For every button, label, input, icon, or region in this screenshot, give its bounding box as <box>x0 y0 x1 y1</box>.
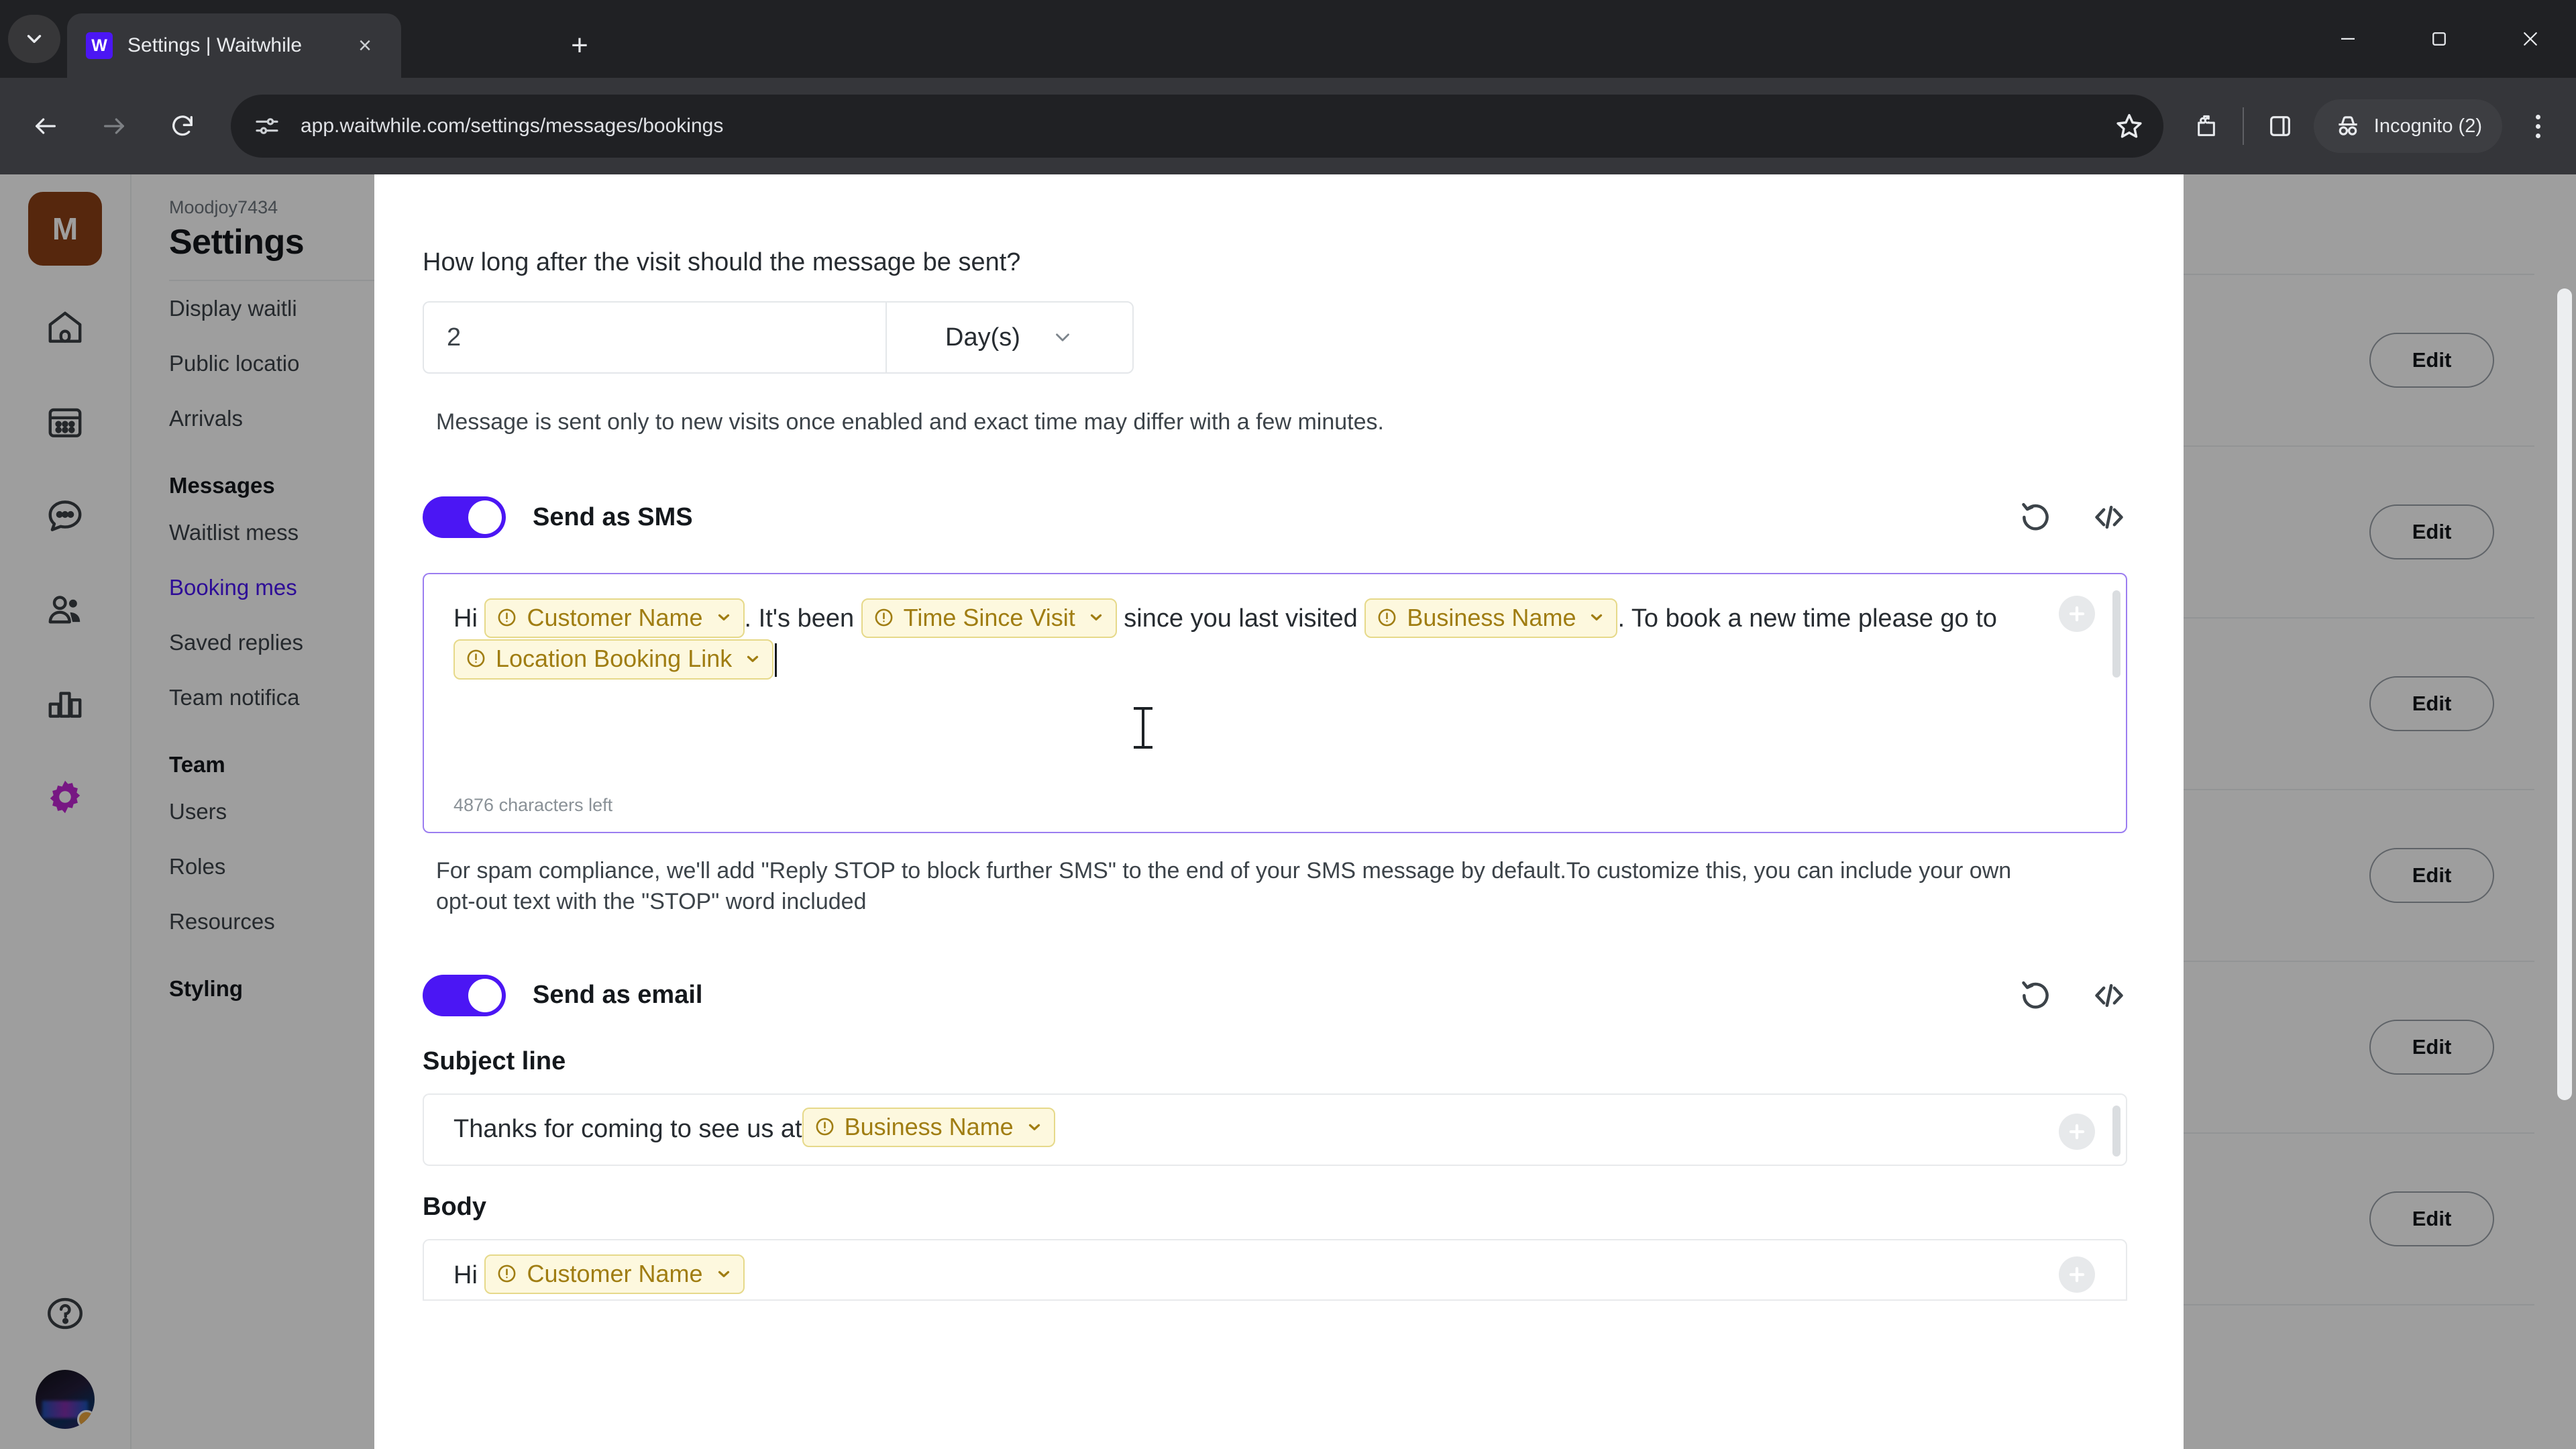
variable-chip-business-name[interactable]: Business Name <box>802 1108 1055 1148</box>
incognito-hat-icon <box>2339 116 2357 136</box>
warning-circle-icon <box>498 1265 516 1283</box>
chip-label: Time Since Visit <box>903 603 1075 631</box>
page-scrollbar-thumb[interactable] <box>2557 288 2572 1100</box>
close-tab-icon[interactable]: × <box>347 28 382 63</box>
spam-compliance-note: For spam compliance, we'll add "Reply ST… <box>436 858 2012 914</box>
chevron-down-icon <box>747 655 759 662</box>
back-arrow-icon[interactable] <box>15 95 76 157</box>
warning-circle-icon <box>498 608 516 627</box>
variable-chip-business-name[interactable]: Business Name <box>1364 598 1618 638</box>
email-subject-input[interactable]: Thanks for coming to see us at Business … <box>423 1093 2127 1166</box>
chip-label: Customer Name <box>527 603 703 631</box>
side-panel-icon[interactable] <box>2255 101 2306 152</box>
subject-scrollbar[interactable] <box>2112 1105 2121 1157</box>
plus-circle-icon[interactable] <box>2059 1256 2095 1293</box>
incognito-label: Incognito (2) <box>2373 115 2482 137</box>
text-caret <box>775 643 777 677</box>
variable-chip-time-since-visit[interactable]: Time Since Visit <box>861 598 1117 638</box>
booking-message-modal: How long after the visit should the mess… <box>374 174 2184 1449</box>
send-as-sms-toggle[interactable] <box>423 496 506 539</box>
tab-strip: W Settings | Waitwhile × + <box>0 0 2576 78</box>
chip-label: Customer Name <box>527 1260 703 1287</box>
body-text-0: Hi <box>453 1260 485 1289</box>
send-as-email-toggle[interactable] <box>423 974 506 1016</box>
chevron-down-icon <box>1028 1124 1040 1130</box>
chevron-down-icon <box>718 614 729 621</box>
subject-line-label: Subject line <box>423 1046 566 1075</box>
duration-unit-label: Day(s) <box>945 323 1020 352</box>
star-icon[interactable] <box>2114 111 2145 142</box>
address-bar[interactable]: app.waitwhile.com/settings/messages/book… <box>231 95 2163 158</box>
new-tab-button[interactable]: + <box>558 24 601 67</box>
tab-title: Settings | Waitwhile <box>127 34 303 56</box>
warning-circle-icon <box>875 608 893 627</box>
email-body-content[interactable]: Hi Customer Name <box>424 1240 2126 1297</box>
url-text: app.waitwhile.com/settings/messages/book… <box>301 115 724 137</box>
page-viewport: M Moodjoy7434 Settings Display waitli Pu… <box>0 174 2576 1449</box>
timing-hint-text: Message is sent only to new visits once … <box>436 409 1384 435</box>
browser-window: W Settings | Waitwhile × + app.waitwhile… <box>0 0 2576 1449</box>
three-dot-menu-icon[interactable] <box>2509 97 2567 155</box>
code-brackets-icon[interactable] <box>2091 977 2127 1014</box>
chevron-down-icon <box>1591 614 1603 621</box>
subject-text: Thanks for coming to see us at <box>453 1115 802 1144</box>
duration-field[interactable]: 2 Day(s) <box>423 301 1134 374</box>
email-actions <box>2017 977 2127 1014</box>
browser-toolbar: app.waitwhile.com/settings/messages/book… <box>0 78 2576 174</box>
chip-label: Business Name <box>844 1113 1014 1141</box>
reset-undo-icon[interactable] <box>2017 499 2053 535</box>
close-window-icon[interactable] <box>2485 0 2576 78</box>
reload-icon[interactable] <box>152 95 213 157</box>
variable-chip-customer-name[interactable]: Customer Name <box>484 1254 745 1295</box>
chevron-down-icon <box>1090 614 1102 621</box>
variable-chip-location-booking-link[interactable]: Location Booking Link <box>453 639 774 680</box>
warning-circle-icon <box>1378 608 1396 627</box>
waitwhile-favicon: W <box>86 32 113 59</box>
timing-question-label: How long after the visit should the mess… <box>423 248 1021 276</box>
send-as-sms-row: Send as SMS <box>423 492 2127 542</box>
duration-value-input[interactable]: 2 <box>424 303 887 372</box>
body-label: Body <box>423 1192 486 1221</box>
sms-text-2: since you last visited <box>1116 604 1365 633</box>
page-scrollbar[interactable] <box>2553 174 2576 1449</box>
code-brackets-icon[interactable] <box>2091 499 2127 535</box>
variable-chip-customer-name[interactable]: Customer Name <box>484 598 745 638</box>
extensions-puzzle-icon[interactable] <box>2181 101 2232 152</box>
window-controls <box>2302 0 2576 78</box>
sms-message-editor[interactable]: Hi Customer Name . It's been Time Since V… <box>423 573 2127 834</box>
chevron-down-icon <box>718 1271 729 1277</box>
warning-circle-icon <box>467 649 485 667</box>
chevron-down-icon <box>1056 333 1069 341</box>
browser-tab[interactable]: W Settings | Waitwhile × <box>67 13 401 78</box>
modal-body: How long after the visit should the mess… <box>374 174 2184 1449</box>
minimize-icon[interactable] <box>2302 0 2394 78</box>
sms-message-content[interactable]: Hi Customer Name . It's been Time Since V… <box>424 574 2126 681</box>
sms-text-3: . To book a new time please go to <box>1617 604 1997 633</box>
chip-label: Business Name <box>1407 603 1576 631</box>
send-as-email-row: Send as email <box>423 971 2127 1020</box>
send-as-sms-label: Send as SMS <box>533 502 693 531</box>
text-cursor <box>1134 707 1152 749</box>
characters-left-counter: 4876 characters left <box>453 795 613 816</box>
duration-unit-select[interactable]: Day(s) <box>887 303 1132 372</box>
tab-search-icon[interactable] <box>8 15 60 63</box>
reset-undo-icon[interactable] <box>2017 977 2053 1014</box>
plus-circle-icon[interactable] <box>2059 596 2095 633</box>
plus-circle-icon[interactable] <box>2059 1113 2095 1150</box>
forward-arrow-icon <box>83 95 145 157</box>
editor-scrollbar[interactable] <box>2112 590 2121 678</box>
send-as-email-label: Send as email <box>533 981 703 1010</box>
sms-actions <box>2017 499 2127 535</box>
sms-text-1: . It's been <box>744 604 861 633</box>
site-settings-icon[interactable] <box>254 113 280 140</box>
toolbar-divider <box>2242 107 2244 145</box>
favicon-letter: W <box>91 36 107 55</box>
incognito-profile-button[interactable]: Incognito (2) <box>2313 99 2502 153</box>
chip-label: Location Booking Link <box>496 645 733 673</box>
warning-circle-icon <box>816 1118 834 1136</box>
maximize-icon[interactable] <box>2394 0 2485 78</box>
sms-text-0: Hi <box>453 604 485 633</box>
email-body-editor[interactable]: Hi Customer Name <box>423 1238 2127 1301</box>
